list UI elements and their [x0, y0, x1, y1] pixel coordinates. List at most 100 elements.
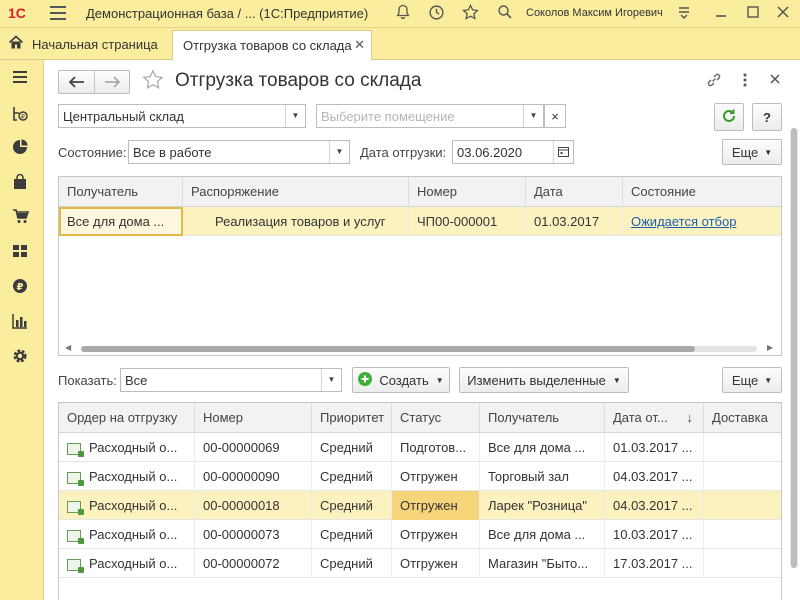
table-cell[interactable]: 17.03.2017 ...: [605, 549, 704, 578]
column-header[interactable]: Ордер на отгрузку: [59, 403, 195, 433]
table-cell[interactable]: [704, 462, 781, 491]
column-header[interactable]: Номер: [195, 403, 312, 433]
scroll-thumb[interactable]: [81, 346, 695, 352]
table-cell[interactable]: Средний: [312, 462, 392, 491]
table-row[interactable]: Все для дома ... Реализация товаров и ус…: [59, 207, 781, 236]
table-cell[interactable]: Все для дома ...: [480, 433, 605, 462]
status-link[interactable]: Ожидается отбор: [631, 214, 736, 229]
more-button-2[interactable]: Еще ▼: [722, 367, 782, 393]
calendar-icon[interactable]: [553, 141, 573, 163]
scroll-thumb[interactable]: [791, 128, 797, 568]
main-menu-icon[interactable]: [50, 6, 66, 20]
table-cell[interactable]: Расходный о...: [59, 462, 195, 491]
history-icon[interactable]: [428, 4, 445, 26]
reports-icon[interactable]: [10, 139, 30, 159]
table-cell[interactable]: 00-00000072: [195, 549, 312, 578]
forward-arrow-icon[interactable]: [95, 71, 129, 93]
settings-icon[interactable]: [10, 348, 30, 368]
close-form-icon[interactable]: [769, 73, 781, 88]
table-cell[interactable]: Все для дома ...: [480, 520, 605, 549]
column-header[interactable]: Распоряжение: [183, 177, 409, 207]
table-cell[interactable]: [704, 491, 781, 520]
more-actions-icon[interactable]: [742, 72, 748, 91]
vertical-scrollbar[interactable]: [790, 128, 798, 568]
search-icon[interactable]: [497, 4, 513, 25]
table-cell[interactable]: Отгружен: [392, 491, 480, 520]
more-button[interactable]: Еще ▼: [722, 139, 782, 165]
refresh-button[interactable]: [714, 103, 744, 131]
link-icon[interactable]: [706, 72, 722, 91]
table-cell[interactable]: Расходный о...: [59, 520, 195, 549]
change-selected-button[interactable]: Изменить выделенные ▼: [459, 367, 629, 393]
favorite-star-icon[interactable]: [142, 69, 164, 94]
column-header[interactable]: Получатель: [480, 403, 605, 433]
table-cell[interactable]: 00-00000090: [195, 462, 312, 491]
horizontal-scrollbar[interactable]: ◀ ▶: [61, 343, 779, 353]
warehouse-field[interactable]: Центральный склад ▼: [58, 104, 306, 128]
table-cell[interactable]: 04.03.2017 ...: [605, 462, 704, 491]
table-cell[interactable]: ЧП00-000001: [409, 207, 526, 236]
operations-icon[interactable]: ₽: [10, 105, 30, 125]
minimize-icon[interactable]: [714, 4, 728, 25]
chevron-down-icon[interactable]: ▼: [285, 105, 305, 127]
table-row[interactable]: Расходный о... 00-00000018 Средний Отгружен…: [59, 491, 781, 520]
table-cell[interactable]: Отгружен: [392, 549, 480, 578]
table-cell[interactable]: Отгружен: [392, 462, 480, 491]
status-select[interactable]: Все в работе ▼: [128, 140, 350, 164]
table-cell[interactable]: 10.03.2017 ...: [605, 520, 704, 549]
table-cell[interactable]: Ожидается отбор: [623, 207, 781, 236]
table-cell[interactable]: [704, 549, 781, 578]
favorites-star-icon[interactable]: [462, 3, 479, 26]
table-cell[interactable]: [704, 520, 781, 549]
settings-menu-icon[interactable]: [676, 4, 692, 25]
scroll-right-icon[interactable]: ▶: [767, 343, 773, 352]
table-cell[interactable]: 04.03.2017 ...: [605, 491, 704, 520]
table-cell[interactable]: Средний: [312, 433, 392, 462]
close-tab-icon[interactable]: ✕: [354, 37, 365, 53]
show-select[interactable]: Все ▼: [120, 368, 342, 392]
table-cell[interactable]: Все для дома ...: [59, 207, 183, 236]
help-button[interactable]: ?: [752, 103, 782, 131]
menu-icon[interactable]: [10, 70, 30, 90]
chevron-down-icon[interactable]: ▼: [523, 105, 543, 127]
maximize-icon[interactable]: [746, 4, 760, 25]
column-header[interactable]: Номер: [409, 177, 526, 207]
table-cell[interactable]: 00-00000069: [195, 433, 312, 462]
table-row[interactable]: Расходный о... 00-00000090 Средний Отгружен…: [59, 462, 781, 491]
column-header-sorted[interactable]: Дата от... ↓: [605, 403, 704, 433]
current-user[interactable]: Соколов Максим Игоревич: [526, 7, 663, 19]
bell-icon[interactable]: [395, 4, 411, 25]
column-header[interactable]: Доставка: [704, 403, 781, 433]
tab-home[interactable]: Начальная страница: [0, 28, 158, 60]
table-cell[interactable]: Торговый зал: [480, 462, 605, 491]
chevron-down-icon[interactable]: ▼: [321, 369, 341, 391]
table-cell[interactable]: 00-00000018: [195, 491, 312, 520]
table-cell[interactable]: Средний: [312, 520, 392, 549]
table-cell[interactable]: Расходный о...: [59, 433, 195, 462]
column-header[interactable]: Статус: [392, 403, 480, 433]
table-cell[interactable]: Расходный о...: [59, 549, 195, 578]
table-cell[interactable]: 00-00000073: [195, 520, 312, 549]
table-cell[interactable]: Магазин "Быто...: [480, 549, 605, 578]
column-header[interactable]: Дата: [526, 177, 623, 207]
date-field[interactable]: 03.06.2020: [452, 140, 574, 164]
table-cell[interactable]: [704, 433, 781, 462]
table-cell[interactable]: Средний: [312, 549, 392, 578]
table-row[interactable]: Расходный о... 00-00000069 Средний Подготов…: [59, 433, 781, 462]
tab-shipment[interactable]: Отгрузка товаров со склада ✕: [172, 30, 372, 60]
analytics-icon[interactable]: [10, 313, 30, 333]
table-cell[interactable]: Отгружен: [392, 520, 480, 549]
room-field[interactable]: Выберите помещение ▼: [316, 104, 544, 128]
clear-room-button[interactable]: ×: [544, 104, 566, 128]
purchases-icon[interactable]: [10, 173, 30, 194]
table-cell[interactable]: 01.03.2017 ...: [605, 433, 704, 462]
back-arrow-icon[interactable]: [59, 71, 95, 93]
table-cell[interactable]: Реализация товаров и услуг: [183, 207, 409, 236]
column-header[interactable]: Приоритет: [312, 403, 392, 433]
table-cell[interactable]: Расходный о...: [59, 491, 195, 520]
sales-icon[interactable]: [10, 208, 30, 228]
chevron-down-icon[interactable]: ▼: [329, 141, 349, 163]
table-row[interactable]: Расходный о... 00-00000072 Средний Отгружен…: [59, 549, 781, 578]
table-row[interactable]: Расходный о... 00-00000073 Средний Отгружен…: [59, 520, 781, 549]
column-header[interactable]: Состояние: [623, 177, 781, 207]
